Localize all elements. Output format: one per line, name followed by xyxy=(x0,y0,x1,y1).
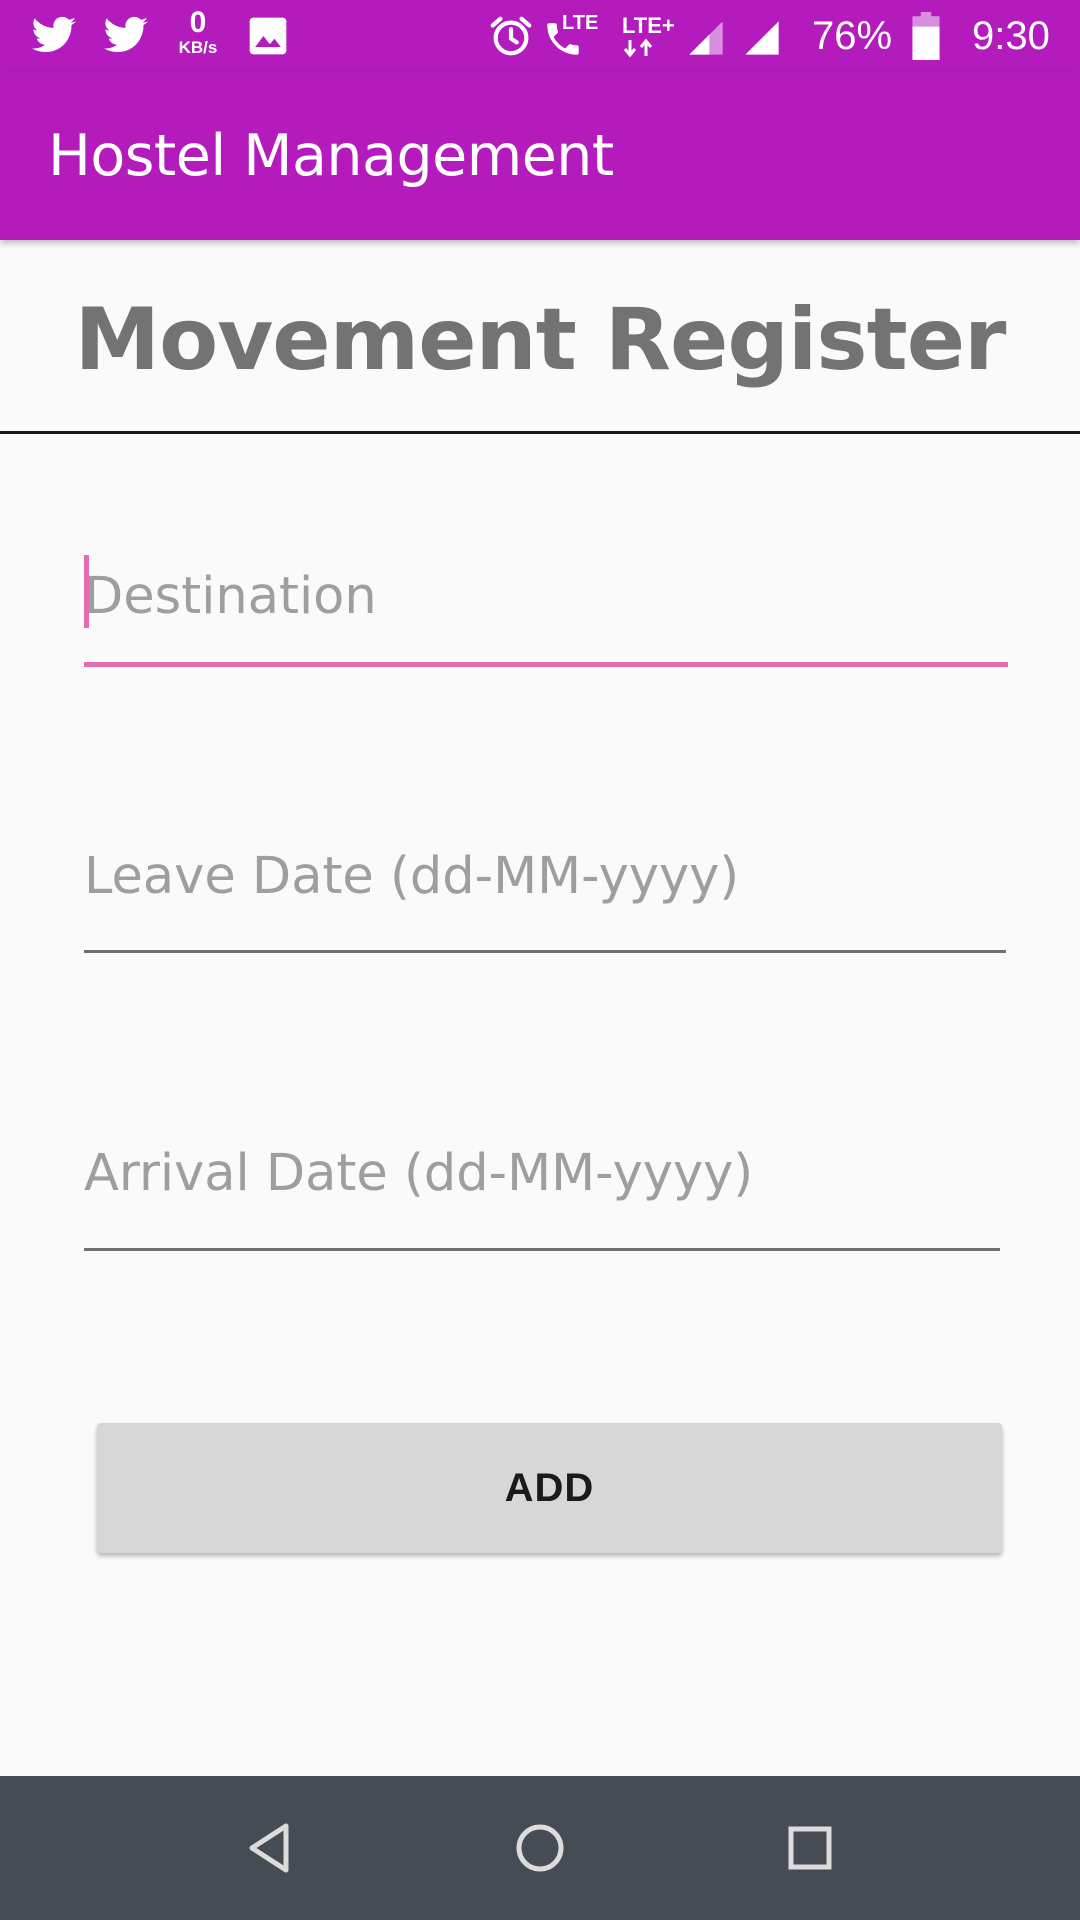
text-cursor xyxy=(84,555,89,628)
signal-icon xyxy=(686,18,726,58)
network-type-label: LTE+ xyxy=(622,13,675,38)
clock: 9:30 xyxy=(972,14,1050,58)
arrival-date-field-container xyxy=(84,1133,1000,1251)
heading-divider xyxy=(0,431,1080,434)
home-icon xyxy=(516,1824,564,1872)
lte-plus-icon: LTE+ xyxy=(622,14,676,60)
data-speed-value: 0 xyxy=(189,6,207,39)
destination-field-container xyxy=(84,555,1008,667)
recents-button[interactable] xyxy=(760,1798,860,1898)
back-button[interactable] xyxy=(220,1798,320,1898)
data-speed-indicator: 0 KB/s xyxy=(172,8,224,64)
navigation-bar xyxy=(0,1776,1080,1920)
battery-icon xyxy=(908,11,944,61)
arrival-date-input[interactable] xyxy=(84,1133,1000,1213)
volte-label: LTE xyxy=(562,12,599,34)
data-speed-unit: KB/s xyxy=(178,38,218,57)
leave-date-underline xyxy=(84,950,1006,953)
twitter-icon xyxy=(30,12,78,60)
add-button[interactable]: ADD xyxy=(97,1423,1002,1553)
destination-input[interactable] xyxy=(84,555,1008,637)
back-icon xyxy=(249,1823,289,1873)
recents-icon xyxy=(788,1826,832,1870)
alarm-icon xyxy=(488,13,534,59)
status-bar: 0 KB/s LTE LTE+ 76% 9:30 xyxy=(0,0,1080,73)
app-bar: Hostel Management xyxy=(0,73,1080,240)
page-title: Movement Register xyxy=(74,290,1007,390)
arrival-date-underline xyxy=(84,1248,1000,1251)
app-title: Hostel Management xyxy=(48,123,614,189)
leave-date-field-container xyxy=(84,836,1006,953)
battery-percent: 76% xyxy=(812,14,893,58)
destination-underline xyxy=(84,662,1008,667)
leave-date-input[interactable] xyxy=(84,836,1006,916)
twitter-icon xyxy=(102,12,150,60)
home-button[interactable] xyxy=(490,1798,590,1898)
signal-icon xyxy=(742,18,782,58)
image-icon xyxy=(246,14,290,58)
